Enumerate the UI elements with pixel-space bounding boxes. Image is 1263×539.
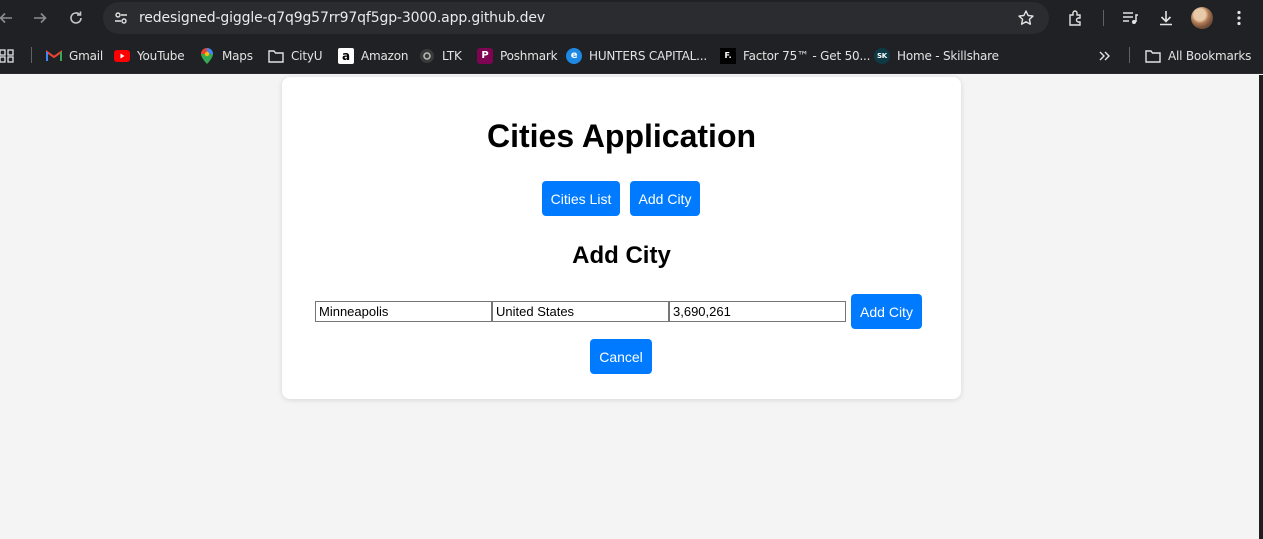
page-viewport: Cities Application Cities List Add City … (0, 75, 1259, 539)
bookmark-label: Poshmark (500, 48, 558, 63)
bookmark-gmail[interactable]: Gmail (46, 37, 103, 74)
bookmark-label: Home - Skillshare (897, 48, 999, 63)
bookmark-label: HUNTERS CAPITAL... (589, 48, 707, 63)
bookmark-label: Maps (222, 48, 253, 63)
city-name-input[interactable] (315, 301, 492, 322)
cities-list-button[interactable]: Cities List (542, 181, 620, 216)
cancel-button[interactable]: Cancel (590, 339, 652, 374)
back-icon[interactable] (0, 6, 18, 30)
all-bookmarks-folder[interactable]: All Bookmarks (1145, 37, 1251, 74)
toolbar-separator (1103, 10, 1104, 26)
page-title: Cities Application (486, 118, 757, 154)
apps-grid-icon[interactable] (0, 37, 16, 74)
all-bookmarks-label: All Bookmarks (1168, 48, 1252, 63)
bookmark-skillshare[interactable]: SK Home - Skillshare (874, 37, 999, 74)
bookmark-label: LTK (442, 48, 462, 63)
bookmark-label: Factor 75™ - Get 50... (743, 48, 871, 63)
address-bar[interactable]: redesigned-giggle-q7q9g57rr97qf5gp-3000.… (103, 2, 1049, 34)
profile-avatar[interactable] (1191, 7, 1213, 29)
bookmark-ltk[interactable]: LTK (419, 37, 462, 74)
browser-toolbar: redesigned-giggle-q7q9g57rr97qf5gp-3000.… (0, 0, 1263, 37)
downloads-icon[interactable] (1155, 7, 1177, 29)
bookmark-hunters-capital[interactable]: e HUNTERS CAPITAL... (566, 37, 707, 74)
bookmark-maps[interactable]: Maps (199, 37, 253, 74)
bookmark-folder-cityu[interactable]: CityU (268, 37, 323, 74)
bookmark-factor75[interactable]: F. Factor 75™ - Get 50... (720, 37, 870, 74)
country-input[interactable] (492, 301, 669, 322)
bookmarks-separator (31, 47, 32, 63)
hunters-capital-icon: e (566, 47, 582, 64)
gmail-icon (46, 48, 62, 64)
bookmark-youtube[interactable]: YouTube (114, 37, 185, 74)
media-queue-icon[interactable] (1119, 7, 1141, 29)
bookmark-label: Amazon (361, 48, 409, 63)
more-bookmarks-chevron-icon[interactable] (1098, 37, 1112, 74)
bookmark-star-icon[interactable] (1017, 9, 1035, 32)
extensions-icon[interactable] (1065, 7, 1087, 29)
menu-icon[interactable] (1228, 7, 1250, 29)
bookmark-label: YouTube (137, 48, 185, 63)
youtube-icon (114, 48, 130, 64)
bookmark-poshmark[interactable]: P Poshmark (477, 37, 558, 74)
bookmarks-separator (1129, 47, 1130, 63)
bookmark-amazon[interactable]: a Amazon (338, 37, 409, 74)
url-text[interactable]: redesigned-giggle-q7q9g57rr97qf5gp-3000.… (139, 10, 545, 26)
window-edge (1259, 75, 1263, 539)
folder-icon (1145, 48, 1161, 64)
folder-icon (268, 48, 284, 64)
add-city-submit-button[interactable]: Add City (851, 294, 922, 329)
add-city-nav-button[interactable]: Add City (630, 181, 700, 216)
form-heading: Add City (572, 242, 671, 269)
app-card: Cities Application Cities List Add City … (282, 77, 961, 399)
maps-icon (199, 47, 215, 64)
factor75-icon: F. (720, 47, 736, 64)
bookmark-label: CityU (291, 48, 323, 63)
site-info-icon[interactable] (111, 8, 131, 28)
forward-icon[interactable] (28, 6, 52, 30)
poshmark-icon: P (477, 47, 493, 64)
population-input[interactable] (669, 301, 846, 322)
reload-icon[interactable] (64, 6, 88, 30)
bookmark-label: Gmail (69, 48, 104, 63)
skillshare-icon: SK (874, 47, 890, 64)
amazon-icon: a (338, 47, 354, 64)
bookmarks-bar: Gmail YouTube Maps CityU a Amazon LTK P … (0, 37, 1263, 74)
ltk-icon (419, 48, 435, 64)
